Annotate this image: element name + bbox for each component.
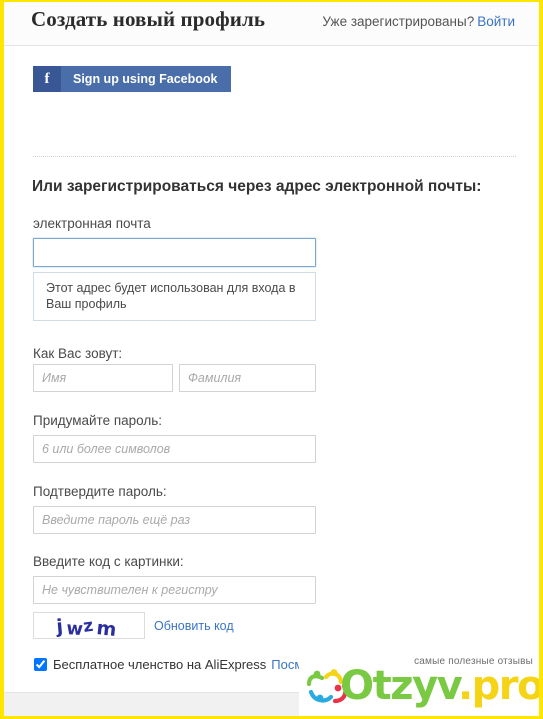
last-name-input[interactable] bbox=[179, 364, 316, 392]
email-section-heading: Или зарегистрироваться через адрес элект… bbox=[32, 178, 482, 195]
name-label: Как Вас зовут: bbox=[33, 346, 123, 361]
login-prompt: Уже зарегистрированы? Войти bbox=[322, 14, 515, 29]
watermark-brand-second: .pro bbox=[457, 663, 539, 709]
svg-text:z: z bbox=[82, 615, 95, 636]
signup-page: Создать новый профиль Уже зарегистрирова… bbox=[0, 0, 543, 719]
first-name-input[interactable] bbox=[33, 364, 173, 392]
facebook-f-icon: f bbox=[33, 66, 61, 92]
email-label: электронная почта bbox=[33, 216, 151, 231]
email-hint: Этот адрес будет использован для входа в… bbox=[33, 272, 316, 321]
free-membership-label: Бесплатное членство на AliExpress bbox=[53, 657, 267, 672]
facebook-signup-label: Sign up using Facebook bbox=[61, 66, 232, 92]
captcha-input[interactable] bbox=[33, 576, 316, 604]
free-membership-checkbox[interactable] bbox=[34, 658, 47, 671]
password-confirm-label: Подтвердите пароль: bbox=[33, 484, 167, 499]
captcha-row: j w z m Обновить код bbox=[33, 612, 234, 639]
captcha-image: j w z m bbox=[33, 612, 145, 639]
facebook-signup-button[interactable]: f Sign up using Facebook bbox=[33, 66, 232, 92]
password-confirm-input[interactable] bbox=[33, 506, 316, 534]
captcha-refresh-link[interactable]: Обновить код bbox=[154, 619, 234, 633]
svg-text:m: m bbox=[95, 617, 117, 637]
email-input[interactable] bbox=[33, 238, 316, 267]
page-title: Создать новый профиль bbox=[31, 7, 266, 31]
login-link[interactable]: Войти bbox=[477, 14, 515, 29]
already-registered-label: Уже зарегистрированы? bbox=[322, 14, 475, 29]
captcha-label: Введите код с картинки: bbox=[33, 554, 184, 569]
otzyv-pro-watermark: самые полезные отзывы Otzyv.pro bbox=[299, 650, 539, 716]
section-divider bbox=[33, 156, 516, 157]
page-header: Создать новый профиль Уже зарегистрирова… bbox=[4, 2, 539, 46]
svg-text:j: j bbox=[55, 615, 64, 637]
signup-form: f Sign up using Facebook Или зарегистрир… bbox=[4, 46, 539, 716]
password-input[interactable] bbox=[33, 435, 316, 463]
password-label: Придумайте пароль: bbox=[33, 413, 163, 428]
watermark-brand: Otzyv.pro bbox=[340, 666, 539, 706]
watermark-brand-first: Otzyv bbox=[340, 663, 459, 709]
svg-text:w: w bbox=[66, 618, 84, 637]
